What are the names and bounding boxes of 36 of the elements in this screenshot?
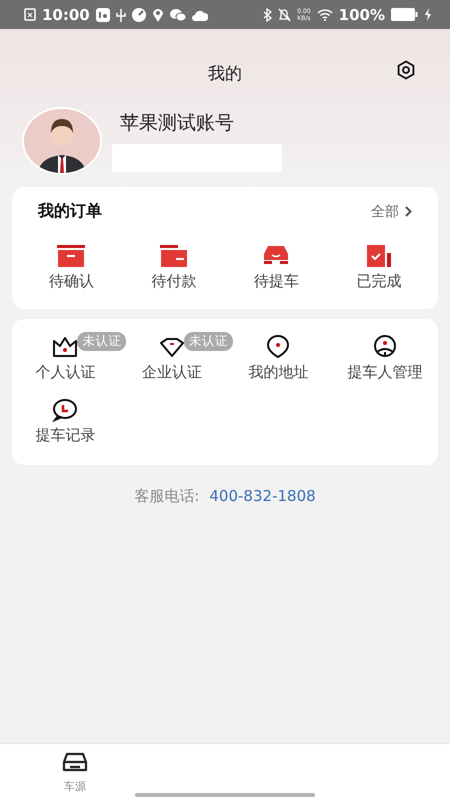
hotline-label: 客服电话: bbox=[134, 487, 200, 506]
pin-icon bbox=[152, 8, 164, 22]
order-status-item[interactable]: 已完成 bbox=[328, 244, 430, 291]
box-icon bbox=[55, 244, 88, 268]
page-title: 我的 bbox=[208, 62, 242, 84]
service-item[interactable]: 提车记录 bbox=[35, 398, 96, 445]
usb-icon bbox=[116, 8, 126, 22]
battery-percent: 100% bbox=[338, 6, 385, 24]
bluetooth-icon bbox=[263, 8, 272, 22]
diamond-icon bbox=[158, 335, 186, 359]
status-badge: 未认证 bbox=[77, 332, 126, 351]
bell-off-icon bbox=[278, 8, 292, 22]
order-status-item[interactable]: 待付款 bbox=[122, 244, 225, 291]
crown-icon bbox=[51, 335, 80, 359]
gauge-icon bbox=[132, 8, 146, 22]
clock-time: 10:00 bbox=[42, 6, 90, 24]
charging-icon bbox=[424, 8, 432, 21]
phone-link[interactable]: 400-832-1808 bbox=[209, 487, 316, 506]
battery-icon bbox=[391, 8, 418, 21]
box-icon bbox=[158, 244, 190, 268]
wifi-icon bbox=[316, 8, 333, 20]
service-item[interactable]: 我的地址 bbox=[248, 335, 308, 382]
settings-icon[interactable] bbox=[396, 60, 416, 80]
status-badge: 未认证 bbox=[184, 332, 233, 351]
user-name: 苹果测试账号 bbox=[120, 111, 235, 136]
clock-bubble-icon bbox=[51, 398, 80, 422]
app-icon bbox=[96, 8, 110, 22]
service-item[interactable]: 提车人管理 bbox=[347, 335, 422, 382]
order-status-item[interactable]: 待确认 bbox=[20, 244, 122, 291]
sim-icon bbox=[24, 8, 36, 21]
chat-icon bbox=[170, 8, 186, 22]
view-all-link[interactable]: 全部 bbox=[371, 202, 399, 220]
section-title: 我的订单 bbox=[38, 201, 102, 222]
cloud-icon bbox=[192, 8, 208, 20]
chevron-right-icon bbox=[405, 206, 412, 217]
order-status-item[interactable]: 待提车 bbox=[225, 244, 328, 291]
